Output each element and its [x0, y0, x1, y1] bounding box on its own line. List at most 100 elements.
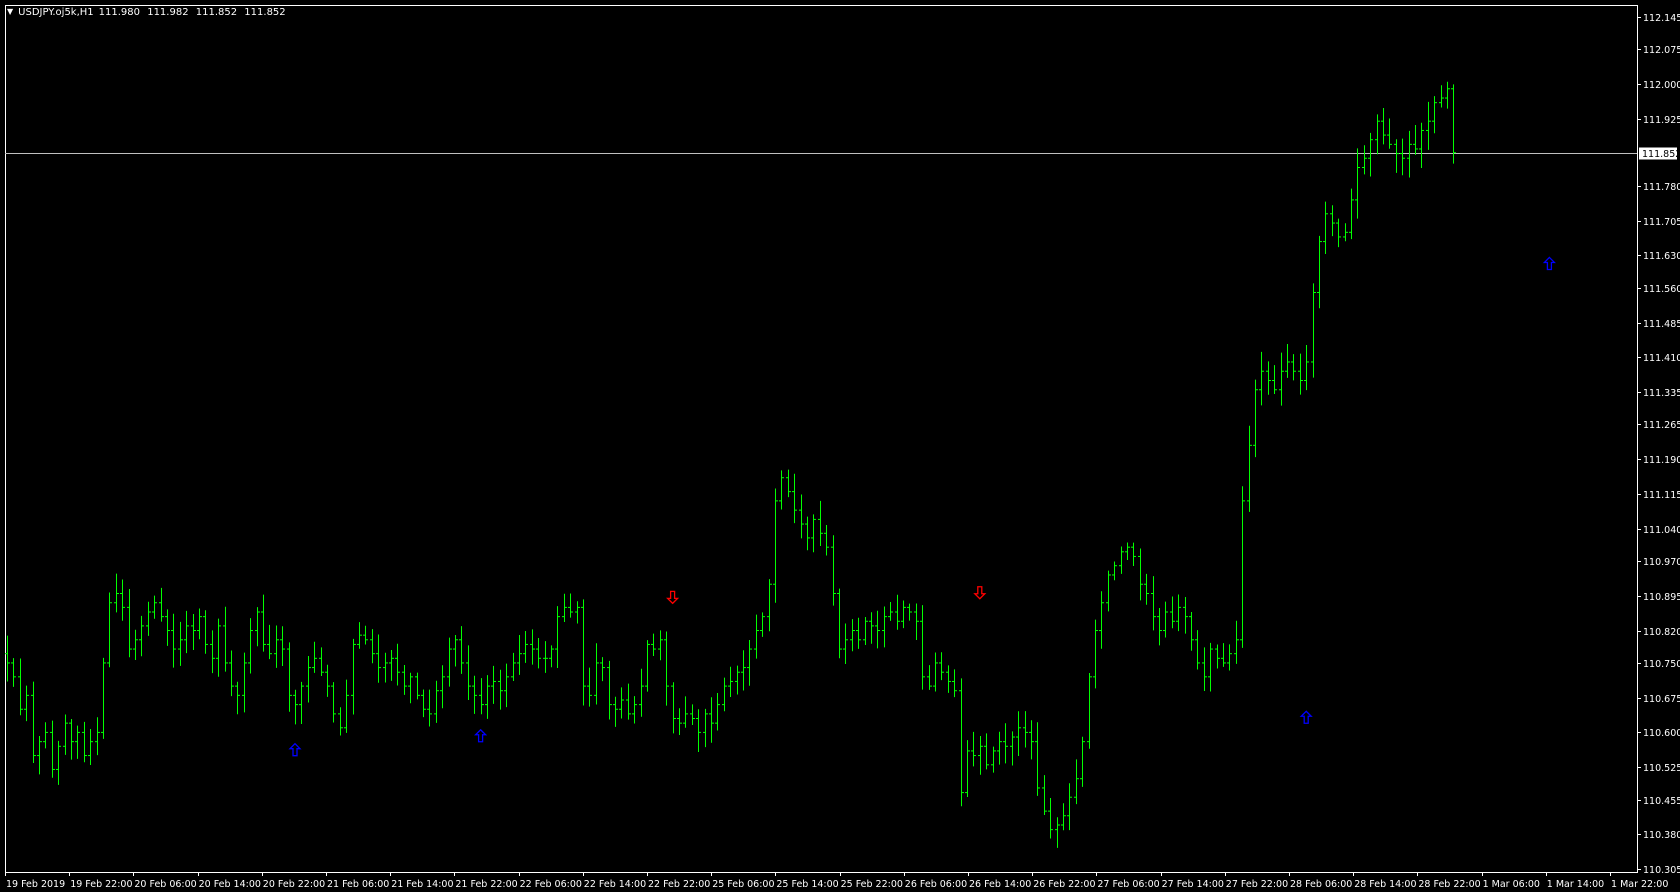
ohlc-bar — [1131, 542, 1136, 567]
price-axis-label: 111.705 — [1643, 217, 1680, 228]
ohlc-bar — [1439, 85, 1444, 108]
chart-window[interactable]: ▼ USDJPY.oj5k,H1 111.980 111.982 111.852… — [0, 0, 1680, 892]
ohlc-bar — [1285, 343, 1290, 378]
ohlc-bar — [1080, 736, 1085, 787]
ohlc-bar — [1362, 145, 1367, 175]
ohlc-bar — [472, 675, 477, 714]
ohlc-bar — [1125, 542, 1130, 561]
ohlc-bar — [1445, 81, 1450, 109]
close-value: 111.852 — [244, 6, 286, 18]
ohlc-bar — [991, 746, 996, 773]
ohlc-bar — [728, 666, 733, 697]
ohlc-bar — [1387, 118, 1392, 149]
time-axis-label: 27 Feb 22:00 — [1226, 879, 1288, 890]
ohlc-bar — [619, 687, 624, 719]
ohlc-bar — [280, 626, 285, 667]
ohlc-bar — [447, 637, 452, 687]
ohlc-bar — [786, 469, 791, 498]
low-value: 111.852 — [195, 6, 238, 18]
ohlc-values: 111.980 111.982 111.852 111.852 — [99, 7, 290, 18]
price-axis-label: 111.925 — [1643, 115, 1680, 126]
time-axis-label: 28 Feb 22:00 — [1418, 879, 1480, 890]
ohlc-bar — [1266, 361, 1271, 395]
ohlc-bar — [248, 618, 253, 674]
ohlc-bar — [920, 605, 925, 690]
ohlc-bar — [1375, 114, 1380, 155]
ohlc-bar — [1349, 188, 1354, 240]
ohlc-bar — [242, 652, 247, 713]
price-axis-label: 111.040 — [1643, 525, 1680, 536]
time-axis-label: 1 Mar 14:00 — [1547, 879, 1604, 890]
time-axis-label: 22 Feb 06:00 — [520, 879, 582, 890]
ohlc-bar — [229, 650, 234, 697]
time-axis-label: 26 Feb 06:00 — [905, 879, 967, 890]
ohlc-bar — [696, 709, 701, 753]
ohlc-bar — [1311, 283, 1316, 378]
ohlc-bar — [1413, 124, 1418, 155]
ohlc-bar — [703, 708, 708, 748]
ohlc-bar — [613, 696, 618, 727]
ohlc-bar — [1279, 352, 1284, 406]
ohlc-bar — [959, 678, 964, 807]
ohlc-bar — [1426, 101, 1431, 150]
ohlc-bar — [1298, 353, 1303, 395]
ohlc-bar — [939, 652, 944, 681]
ohlc-bar — [914, 603, 919, 641]
ohlc-bar — [11, 658, 16, 687]
price-axis-label: 111.485 — [1643, 319, 1680, 330]
ohlc-bar — [1061, 803, 1066, 831]
ohlc-bar — [427, 689, 432, 727]
ohlc-bar — [1016, 711, 1021, 757]
ohlc-bar — [555, 606, 560, 669]
current-price-marker: 111.852 — [1639, 147, 1680, 160]
ohlc-bar — [888, 601, 893, 621]
ohlc-bar — [1253, 379, 1258, 458]
ohlc-bar — [1087, 673, 1092, 749]
ohlc-bar — [882, 606, 887, 648]
price-axis-label: 110.970 — [1643, 557, 1680, 568]
ohlc-bar — [568, 593, 573, 618]
ohlc-bar — [152, 595, 157, 619]
ohlc-bar — [453, 634, 458, 667]
ohlc-bar — [255, 607, 260, 647]
ohlc-bar — [331, 682, 336, 723]
ohlc-bar — [1202, 647, 1207, 691]
ohlc-bar — [1189, 612, 1194, 651]
ohlc-bar — [824, 524, 829, 556]
buy-arrow-icon — [288, 742, 302, 757]
ohlc-bar — [1355, 148, 1360, 219]
ohlc-bar — [562, 593, 567, 623]
ohlc-bar — [184, 610, 189, 654]
ohlc-bar — [856, 617, 861, 649]
time-axis-label: 25 Feb 06:00 — [712, 879, 774, 890]
price-axis-label: 112.075 — [1643, 45, 1680, 56]
ohlc-bar — [677, 708, 682, 736]
price-axis-label: 110.305 — [1643, 865, 1680, 876]
ohlc-bar — [587, 667, 592, 707]
ohlc-bar — [965, 740, 970, 798]
ohlc-bar — [491, 665, 496, 704]
ohlc-bar — [927, 665, 932, 690]
ohlc-bar — [683, 696, 688, 728]
triangle-down-icon[interactable]: ▼ — [7, 7, 13, 17]
ohlc-bar — [485, 675, 490, 719]
sell-arrow-icon — [973, 586, 987, 600]
ohlc-bar — [1221, 643, 1226, 667]
ohlc-bar — [1227, 644, 1232, 671]
ohlc-bar — [63, 714, 68, 755]
time-axis-label: 27 Feb 06:00 — [1097, 879, 1159, 890]
price-chart[interactable]: 112.145 112.075 112.000 111.925 111.780 111.7… — [0, 0, 1680, 892]
ohlc-bar — [594, 643, 599, 705]
high-value: 111.982 — [147, 6, 189, 18]
ohlc-bar — [88, 728, 93, 765]
ohlc-bar — [530, 629, 535, 665]
time-axis-label: 21 Feb 06:00 — [327, 879, 389, 890]
ohlc-bar — [37, 736, 42, 775]
ohlc-bar — [651, 633, 656, 657]
ohlc-bar — [1093, 619, 1098, 689]
ohlc-bar — [402, 664, 407, 695]
price-axis-label: 112.145 — [1643, 13, 1680, 24]
ohlc-bar — [56, 740, 61, 785]
ohlc-bar — [1323, 201, 1328, 255]
ohlc-bar — [664, 631, 669, 706]
